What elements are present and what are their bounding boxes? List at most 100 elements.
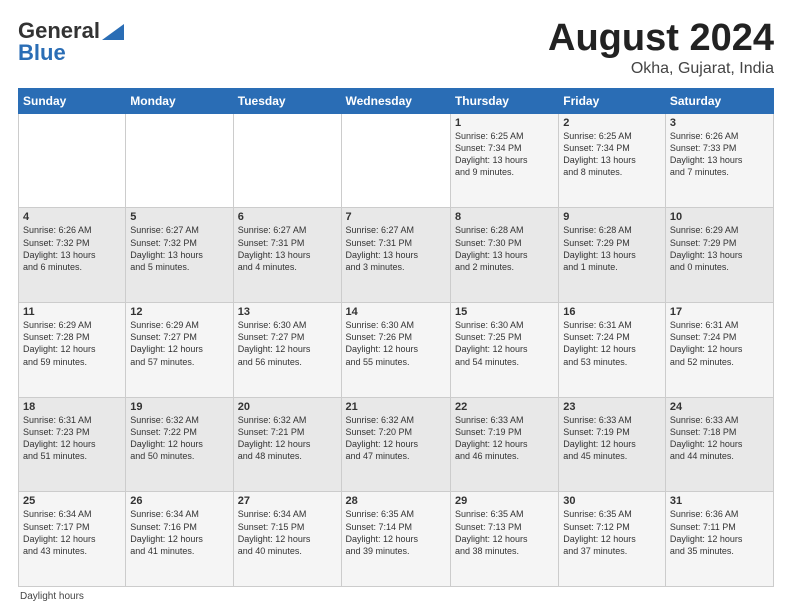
day-info: Sunrise: 6:27 AM Sunset: 7:32 PM Dayligh… xyxy=(130,224,228,273)
calendar-row-1: 4Sunrise: 6:26 AM Sunset: 7:32 PM Daylig… xyxy=(19,208,774,303)
calendar-cell: 4Sunrise: 6:26 AM Sunset: 7:32 PM Daylig… xyxy=(19,208,126,303)
calendar-row-3: 18Sunrise: 6:31 AM Sunset: 7:23 PM Dayli… xyxy=(19,397,774,492)
day-number: 30 xyxy=(563,495,661,507)
calendar-cell: 26Sunrise: 6:34 AM Sunset: 7:16 PM Dayli… xyxy=(126,492,233,587)
day-number: 12 xyxy=(130,306,228,318)
calendar-cell: 30Sunrise: 6:35 AM Sunset: 7:12 PM Dayli… xyxy=(559,492,666,587)
day-info: Sunrise: 6:34 AM Sunset: 7:16 PM Dayligh… xyxy=(130,508,228,557)
calendar-cell: 18Sunrise: 6:31 AM Sunset: 7:23 PM Dayli… xyxy=(19,397,126,492)
day-number: 13 xyxy=(238,306,337,318)
calendar-cell: 16Sunrise: 6:31 AM Sunset: 7:24 PM Dayli… xyxy=(559,303,666,398)
calendar-cell: 19Sunrise: 6:32 AM Sunset: 7:22 PM Dayli… xyxy=(126,397,233,492)
day-number: 25 xyxy=(23,495,121,507)
day-number: 2 xyxy=(563,117,661,129)
calendar-cell: 6Sunrise: 6:27 AM Sunset: 7:31 PM Daylig… xyxy=(233,208,341,303)
calendar-cell: 9Sunrise: 6:28 AM Sunset: 7:29 PM Daylig… xyxy=(559,208,666,303)
day-info: Sunrise: 6:27 AM Sunset: 7:31 PM Dayligh… xyxy=(238,224,337,273)
day-number: 19 xyxy=(130,401,228,413)
calendar-cell: 14Sunrise: 6:30 AM Sunset: 7:26 PM Dayli… xyxy=(341,303,450,398)
day-info: Sunrise: 6:31 AM Sunset: 7:24 PM Dayligh… xyxy=(563,319,661,368)
weekday-saturday: Saturday xyxy=(665,88,773,113)
day-number: 31 xyxy=(670,495,769,507)
day-number: 22 xyxy=(455,401,554,413)
day-info: Sunrise: 6:32 AM Sunset: 7:20 PM Dayligh… xyxy=(346,414,446,463)
calendar-table: SundayMondayTuesdayWednesdayThursdayFrid… xyxy=(18,88,774,587)
calendar-row-2: 11Sunrise: 6:29 AM Sunset: 7:28 PM Dayli… xyxy=(19,303,774,398)
day-info: Sunrise: 6:29 AM Sunset: 7:28 PM Dayligh… xyxy=(23,319,121,368)
day-number: 26 xyxy=(130,495,228,507)
calendar-row-4: 25Sunrise: 6:34 AM Sunset: 7:17 PM Dayli… xyxy=(19,492,774,587)
logo-blue: Blue xyxy=(18,40,66,66)
weekday-monday: Monday xyxy=(126,88,233,113)
day-number: 21 xyxy=(346,401,446,413)
day-number: 24 xyxy=(670,401,769,413)
calendar-cell: 22Sunrise: 6:33 AM Sunset: 7:19 PM Dayli… xyxy=(450,397,558,492)
calendar-cell xyxy=(233,113,341,208)
day-number: 28 xyxy=(346,495,446,507)
day-info: Sunrise: 6:34 AM Sunset: 7:17 PM Dayligh… xyxy=(23,508,121,557)
day-number: 1 xyxy=(455,117,554,129)
calendar-cell: 2Sunrise: 6:25 AM Sunset: 7:34 PM Daylig… xyxy=(559,113,666,208)
calendar-cell xyxy=(19,113,126,208)
day-info: Sunrise: 6:34 AM Sunset: 7:15 PM Dayligh… xyxy=(238,508,337,557)
day-number: 23 xyxy=(563,401,661,413)
calendar-cell: 15Sunrise: 6:30 AM Sunset: 7:25 PM Dayli… xyxy=(450,303,558,398)
day-info: Sunrise: 6:33 AM Sunset: 7:18 PM Dayligh… xyxy=(670,414,769,463)
day-number: 27 xyxy=(238,495,337,507)
day-info: Sunrise: 6:29 AM Sunset: 7:27 PM Dayligh… xyxy=(130,319,228,368)
header: General Blue August 2024 Okha, Gujarat, … xyxy=(18,18,774,78)
calendar-cell: 3Sunrise: 6:26 AM Sunset: 7:33 PM Daylig… xyxy=(665,113,773,208)
day-number: 10 xyxy=(670,211,769,223)
day-info: Sunrise: 6:28 AM Sunset: 7:29 PM Dayligh… xyxy=(563,224,661,273)
day-info: Sunrise: 6:26 AM Sunset: 7:32 PM Dayligh… xyxy=(23,224,121,273)
day-number: 9 xyxy=(563,211,661,223)
day-info: Sunrise: 6:29 AM Sunset: 7:29 PM Dayligh… xyxy=(670,224,769,273)
calendar-cell: 5Sunrise: 6:27 AM Sunset: 7:32 PM Daylig… xyxy=(126,208,233,303)
day-info: Sunrise: 6:28 AM Sunset: 7:30 PM Dayligh… xyxy=(455,224,554,273)
month-title: August 2024 xyxy=(548,18,774,60)
weekday-header-row: SundayMondayTuesdayWednesdayThursdayFrid… xyxy=(19,88,774,113)
weekday-sunday: Sunday xyxy=(19,88,126,113)
calendar-row-0: 1Sunrise: 6:25 AM Sunset: 7:34 PM Daylig… xyxy=(19,113,774,208)
calendar-cell: 1Sunrise: 6:25 AM Sunset: 7:34 PM Daylig… xyxy=(450,113,558,208)
calendar-page: General Blue August 2024 Okha, Gujarat, … xyxy=(0,0,792,612)
day-info: Sunrise: 6:35 AM Sunset: 7:12 PM Dayligh… xyxy=(563,508,661,557)
calendar-cell: 11Sunrise: 6:29 AM Sunset: 7:28 PM Dayli… xyxy=(19,303,126,398)
day-info: Sunrise: 6:33 AM Sunset: 7:19 PM Dayligh… xyxy=(563,414,661,463)
calendar-cell xyxy=(341,113,450,208)
daylight-label: Daylight hours xyxy=(20,591,84,602)
day-info: Sunrise: 6:35 AM Sunset: 7:14 PM Dayligh… xyxy=(346,508,446,557)
day-info: Sunrise: 6:30 AM Sunset: 7:26 PM Dayligh… xyxy=(346,319,446,368)
logo-icon xyxy=(102,24,124,40)
calendar-cell: 24Sunrise: 6:33 AM Sunset: 7:18 PM Dayli… xyxy=(665,397,773,492)
calendar-cell: 17Sunrise: 6:31 AM Sunset: 7:24 PM Dayli… xyxy=(665,303,773,398)
footer-note: Daylight hours xyxy=(18,591,774,602)
calendar-cell: 10Sunrise: 6:29 AM Sunset: 7:29 PM Dayli… xyxy=(665,208,773,303)
day-number: 8 xyxy=(455,211,554,223)
day-number: 17 xyxy=(670,306,769,318)
calendar-cell xyxy=(126,113,233,208)
calendar-cell: 21Sunrise: 6:32 AM Sunset: 7:20 PM Dayli… xyxy=(341,397,450,492)
weekday-tuesday: Tuesday xyxy=(233,88,341,113)
calendar-cell: 27Sunrise: 6:34 AM Sunset: 7:15 PM Dayli… xyxy=(233,492,341,587)
day-info: Sunrise: 6:35 AM Sunset: 7:13 PM Dayligh… xyxy=(455,508,554,557)
calendar-cell: 23Sunrise: 6:33 AM Sunset: 7:19 PM Dayli… xyxy=(559,397,666,492)
day-number: 6 xyxy=(238,211,337,223)
day-number: 14 xyxy=(346,306,446,318)
day-info: Sunrise: 6:25 AM Sunset: 7:34 PM Dayligh… xyxy=(455,130,554,179)
logo: General Blue xyxy=(18,18,124,66)
calendar-cell: 29Sunrise: 6:35 AM Sunset: 7:13 PM Dayli… xyxy=(450,492,558,587)
day-info: Sunrise: 6:30 AM Sunset: 7:25 PM Dayligh… xyxy=(455,319,554,368)
day-info: Sunrise: 6:32 AM Sunset: 7:22 PM Dayligh… xyxy=(130,414,228,463)
day-info: Sunrise: 6:27 AM Sunset: 7:31 PM Dayligh… xyxy=(346,224,446,273)
weekday-thursday: Thursday xyxy=(450,88,558,113)
day-number: 15 xyxy=(455,306,554,318)
day-info: Sunrise: 6:31 AM Sunset: 7:24 PM Dayligh… xyxy=(670,319,769,368)
day-info: Sunrise: 6:25 AM Sunset: 7:34 PM Dayligh… xyxy=(563,130,661,179)
day-number: 3 xyxy=(670,117,769,129)
calendar-cell: 12Sunrise: 6:29 AM Sunset: 7:27 PM Dayli… xyxy=(126,303,233,398)
day-number: 5 xyxy=(130,211,228,223)
location: Okha, Gujarat, India xyxy=(548,60,774,78)
calendar-cell: 8Sunrise: 6:28 AM Sunset: 7:30 PM Daylig… xyxy=(450,208,558,303)
day-number: 7 xyxy=(346,211,446,223)
